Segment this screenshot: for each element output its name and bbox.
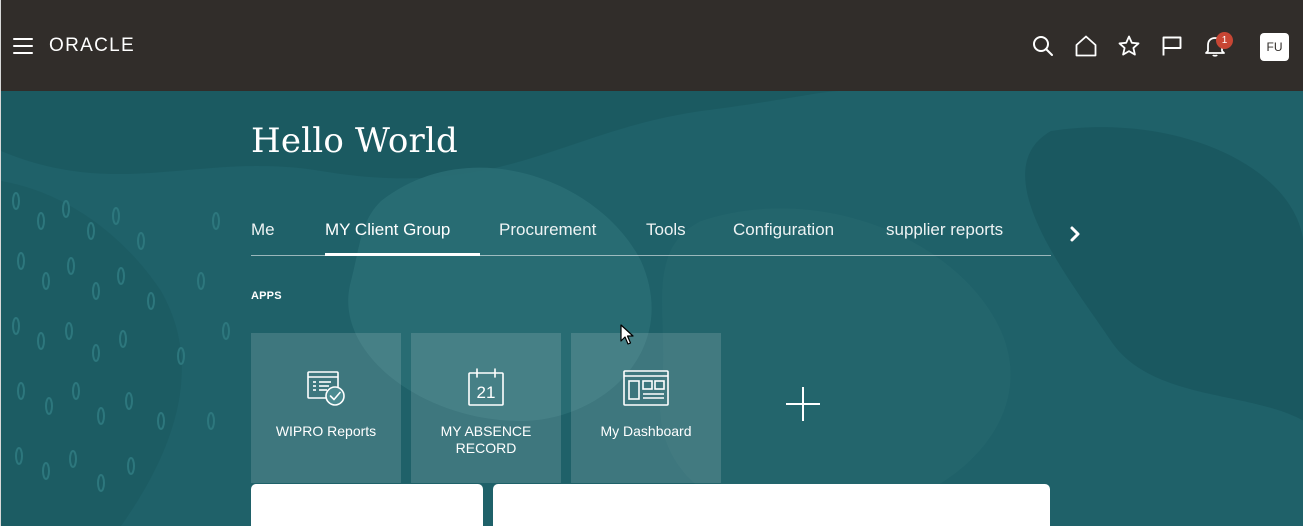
tab-me[interactable]: Me (251, 220, 275, 240)
user-avatar[interactable]: FU (1260, 33, 1289, 61)
tab-tools[interactable]: Tools (646, 220, 686, 240)
app-tile-label: MY ABSENCE RECORD (440, 423, 532, 456)
mouse-cursor-icon (620, 324, 634, 345)
apps-section-label: APPS (251, 290, 282, 302)
tab-procurement[interactable]: Procurement (499, 220, 596, 240)
content-card (251, 484, 483, 526)
chevron-right-icon[interactable] (1067, 224, 1083, 244)
dashboard-icon (622, 367, 670, 409)
content-card (493, 484, 1050, 526)
app-tile-my-absence-record[interactable]: 21 MY ABSENCE RECORD (411, 333, 561, 483)
home-icon[interactable] (1074, 34, 1098, 58)
oracle-logo[interactable]: ORACLE (49, 36, 135, 56)
tab-configuration[interactable]: Configuration (733, 220, 834, 240)
calendar-day-number: 21 (477, 383, 496, 402)
springboard-hero: Hello World Me MY Client Group Procureme… (1, 91, 1303, 526)
plus-icon[interactable] (784, 385, 822, 423)
favorites-icon[interactable] (1117, 34, 1141, 58)
springboard-tabs: Me MY Client Group Procurement Tools Con… (251, 216, 1051, 256)
tab-my-client-group[interactable]: MY Client Group (325, 220, 450, 240)
app-tile-my-dashboard[interactable]: My Dashboard (571, 333, 721, 483)
app-tile-label: WIPRO Reports (275, 423, 377, 439)
app-window: ORACLE 1 FU Hello World Me MY Client Gro… (0, 0, 1303, 526)
app-tile-wipro-reports[interactable]: WIPRO Reports (251, 333, 401, 483)
flag-icon[interactable] (1160, 34, 1184, 58)
global-header: ORACLE 1 FU (1, 0, 1303, 91)
menu-icon[interactable] (13, 38, 33, 54)
page-greeting: Hello World (251, 121, 458, 161)
tab-supplier-reports[interactable]: supplier reports (886, 220, 1003, 240)
active-tab-indicator (325, 253, 480, 256)
report-check-icon (305, 367, 347, 409)
app-tile-label: My Dashboard (600, 423, 692, 439)
calendar-21-icon: 21 (465, 367, 507, 409)
search-icon[interactable] (1031, 34, 1055, 58)
notification-count-badge: 1 (1216, 32, 1233, 49)
